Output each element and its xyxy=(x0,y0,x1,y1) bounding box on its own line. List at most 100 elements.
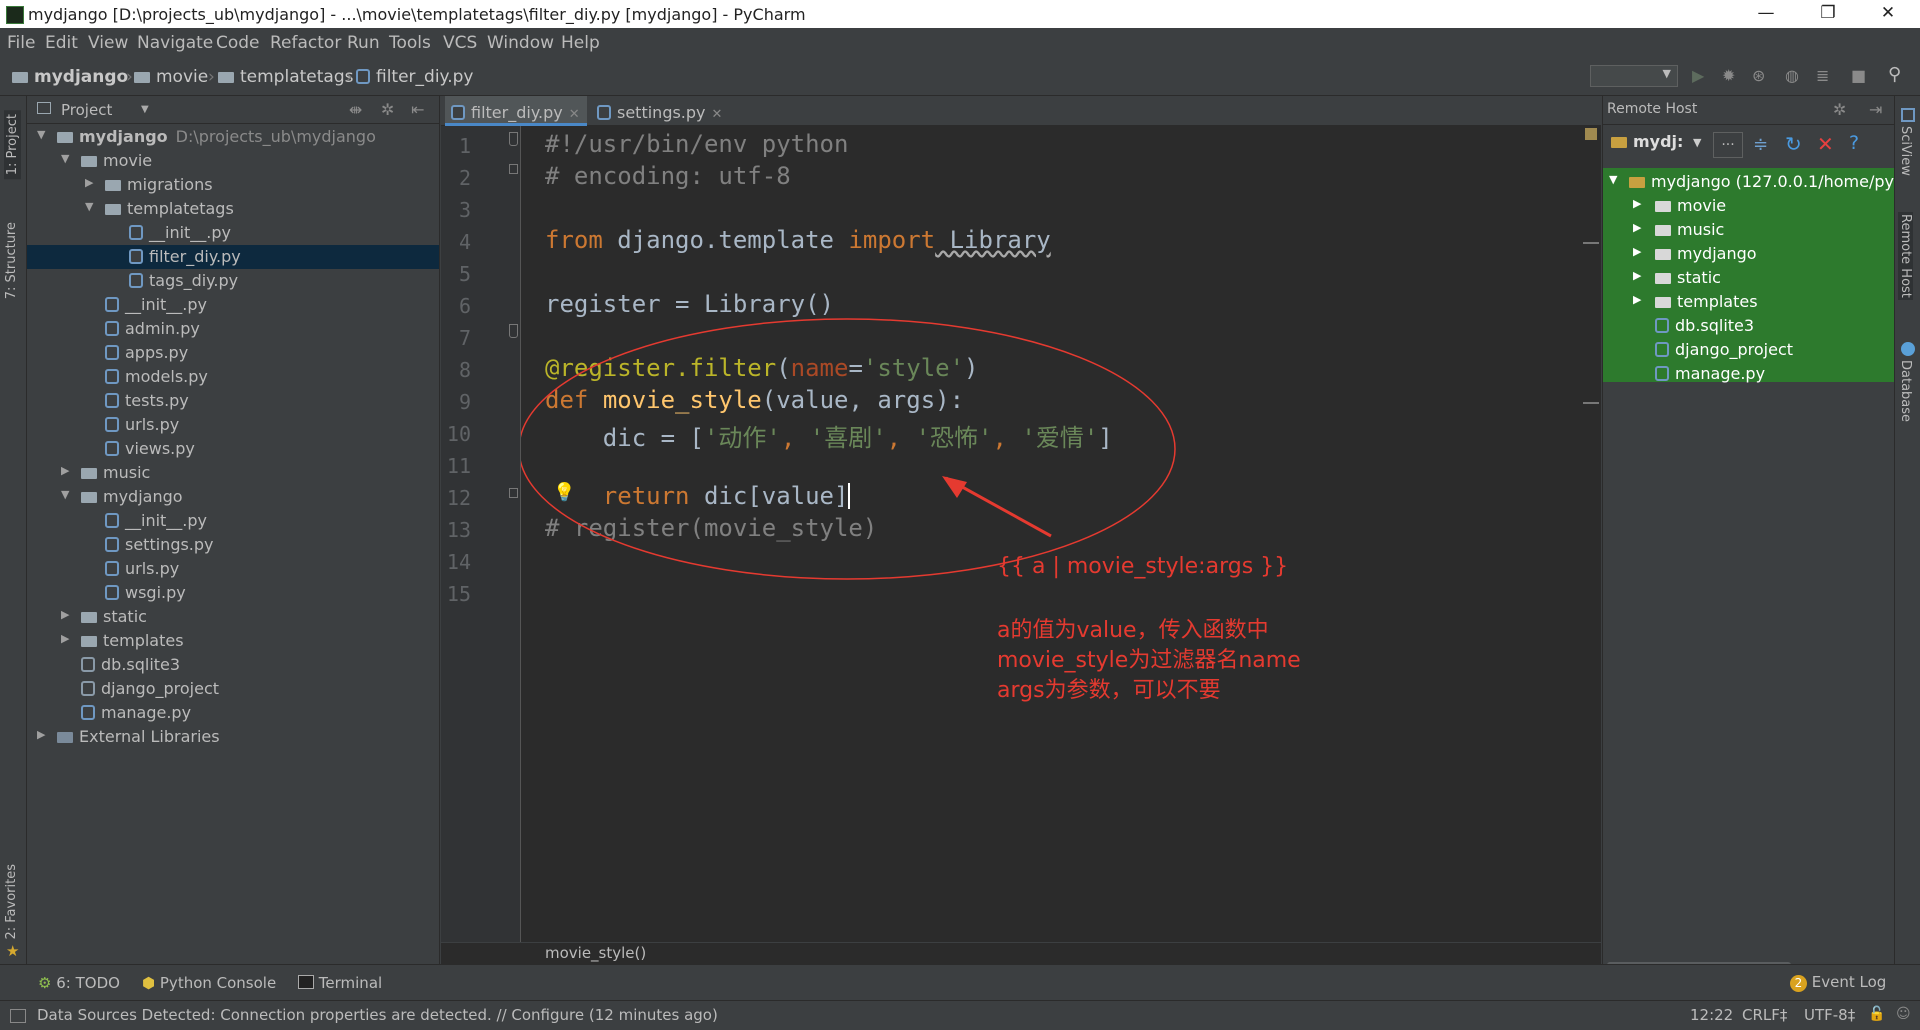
tree-item[interactable]: apps.py xyxy=(27,341,439,365)
run-icon[interactable]: ▶ xyxy=(1692,66,1704,85)
tree-item[interactable]: ▼ mydjango D:\projects_ub\mydjango xyxy=(27,125,439,149)
menu-navigate[interactable]: Navigate xyxy=(137,33,213,53)
tree-item[interactable]: settings.py xyxy=(27,533,439,557)
inspector-icon[interactable]: ☺ xyxy=(1896,1006,1911,1022)
line-number[interactable]: 6 xyxy=(441,294,471,318)
stop-icon[interactable]: ■ xyxy=(1851,66,1866,85)
remote-tree-item[interactable]: manage.py xyxy=(1603,362,1895,386)
breadcrumb-movie[interactable]: movie xyxy=(134,67,208,87)
menu-code[interactable]: Code xyxy=(216,33,260,53)
line-number[interactable]: 10 xyxy=(441,422,471,446)
line-number[interactable]: 4 xyxy=(441,230,471,254)
chevron-down-icon[interactable]: ▼ xyxy=(141,104,149,115)
tree-item[interactable]: __init__.py xyxy=(27,509,439,533)
collapse-arrow-icon[interactable]: ▶ xyxy=(61,632,69,645)
menu-vcs[interactable]: VCS xyxy=(443,33,477,53)
menu-file[interactable]: File xyxy=(7,33,35,53)
server-select[interactable]: mydj: ▼ xyxy=(1611,132,1701,158)
tree-item[interactable]: ▶ migrations xyxy=(27,173,439,197)
line-number[interactable]: 2 xyxy=(441,166,471,190)
toggle-tool-windows-icon[interactable] xyxy=(10,1009,26,1023)
collapse-icon[interactable]: ≑ xyxy=(1753,134,1768,155)
tool-tab-project[interactable]: 1: Project xyxy=(4,110,21,180)
menu-view[interactable]: View xyxy=(88,33,128,53)
code-editor[interactable]: #!/usr/bin/env python # encoding: utf-8 … xyxy=(521,126,1601,942)
collapse-arrow-icon[interactable]: ▶ xyxy=(37,728,45,741)
tree-item[interactable]: ▼ mydjango xyxy=(27,485,439,509)
tree-item[interactable]: db.sqlite3 xyxy=(27,653,439,677)
collapse-arrow-icon[interactable]: ▶ xyxy=(1633,293,1641,306)
tool-tab-sciview[interactable]: SciView xyxy=(1898,126,1913,176)
tree-item[interactable]: tags_diy.py xyxy=(27,269,439,293)
collapse-arrow-icon[interactable]: ▶ xyxy=(61,608,69,621)
gear-icon[interactable]: ✲ xyxy=(381,100,394,119)
tool-tab-structure[interactable]: 7: Structure xyxy=(4,222,19,299)
breadcrumb-templatetags[interactable]: templatetags xyxy=(218,67,353,87)
collapse-arrow-icon[interactable]: ▶ xyxy=(61,464,69,477)
line-number[interactable]: 5 xyxy=(441,262,471,286)
tree-item[interactable]: __init__.py xyxy=(27,221,439,245)
fold-marker-icon[interactable] xyxy=(509,164,518,174)
expand-arrow-icon[interactable]: ▼ xyxy=(61,152,69,165)
line-number[interactable]: 7 xyxy=(441,326,471,350)
remote-tree-item[interactable]: ▶ mydjango xyxy=(1603,242,1895,266)
tab-settings[interactable]: settings.py ✕ xyxy=(591,96,727,126)
run-configuration-select[interactable]: ▼ xyxy=(1590,65,1678,87)
close-tab-icon[interactable]: ✕ xyxy=(569,107,580,122)
breadcrumb-filter-diy[interactable]: filter_diy.py xyxy=(356,67,473,87)
line-number[interactable]: 11 xyxy=(441,454,471,478)
collapse-arrow-icon[interactable]: ▶ xyxy=(1633,221,1641,234)
coverage-icon[interactable]: ⊛ xyxy=(1752,66,1765,85)
line-separator[interactable]: CRLF‡ xyxy=(1742,1006,1787,1024)
event-log-button[interactable]: 2 Event Log xyxy=(1790,973,1886,992)
remote-tree-item[interactable]: django_project xyxy=(1603,338,1895,362)
fold-marker-icon[interactable] xyxy=(509,488,518,498)
refresh-icon[interactable]: ↻ xyxy=(1785,132,1802,156)
expand-arrow-icon[interactable]: ▼ xyxy=(61,488,69,501)
tree-item[interactable]: ▶ templates xyxy=(27,629,439,653)
concurrency-icon[interactable]: ≣ xyxy=(1816,66,1829,85)
tree-item[interactable]: admin.py xyxy=(27,317,439,341)
close-tab-icon[interactable]: ✕ xyxy=(712,107,723,122)
tree-item[interactable]: filter_diy.py xyxy=(27,245,439,269)
expand-arrow-icon[interactable]: ▼ xyxy=(37,128,45,141)
collapse-arrow-icon[interactable]: ▶ xyxy=(1633,269,1641,282)
line-number[interactable]: 15 xyxy=(441,582,471,606)
minimize-button[interactable]: — xyxy=(1746,3,1786,23)
tree-item[interactable]: models.py xyxy=(27,365,439,389)
menu-help[interactable]: Help xyxy=(561,33,600,53)
tree-item[interactable]: django_project xyxy=(27,677,439,701)
tree-item[interactable]: tests.py xyxy=(27,389,439,413)
collapse-arrow-icon[interactable]: ▶ xyxy=(1633,245,1641,258)
fold-marker-icon[interactable] xyxy=(509,132,518,146)
tool-tab-remote-host[interactable]: Remote Host xyxy=(1898,212,1913,300)
tree-item[interactable]: urls.py xyxy=(27,557,439,581)
expand-arrow-icon[interactable]: ▼ xyxy=(85,200,93,213)
expand-arrow-icon[interactable]: ▼ xyxy=(1609,173,1617,186)
fold-marker-icon[interactable] xyxy=(509,324,518,338)
remote-tree-item[interactable]: db.sqlite3 xyxy=(1603,314,1895,338)
hide-panel-icon[interactable]: ⇤ xyxy=(411,100,424,119)
menu-refactor[interactable]: Refactor xyxy=(270,33,341,53)
hide-panel-icon[interactable]: ⇥ xyxy=(1869,100,1882,119)
caret-position[interactable]: 12:22 xyxy=(1690,1006,1733,1024)
collapse-arrow-icon[interactable]: ▶ xyxy=(85,176,93,189)
menu-window[interactable]: Window xyxy=(487,33,554,53)
tree-item[interactable]: __init__.py xyxy=(27,293,439,317)
collapse-all-icon[interactable]: ⇼ xyxy=(349,100,362,119)
tree-item[interactable]: ▼ templatetags xyxy=(27,197,439,221)
remote-tree-item[interactable]: ▶ static xyxy=(1603,266,1895,290)
line-number[interactable]: 12 xyxy=(441,486,471,510)
terminal-button[interactable]: Terminal xyxy=(298,974,382,992)
function-breadcrumb[interactable]: movie_style() xyxy=(545,944,646,962)
tool-tab-database[interactable]: Database xyxy=(1898,360,1913,422)
debug-icon[interactable]: ✹ xyxy=(1722,66,1735,85)
line-number[interactable]: 8 xyxy=(441,358,471,382)
tree-item[interactable]: urls.py xyxy=(27,413,439,437)
line-number[interactable]: 3 xyxy=(441,198,471,222)
tree-item[interactable]: ▶ External Libraries xyxy=(27,725,439,749)
tab-filter-diy[interactable]: filter_diy.py ✕ xyxy=(445,96,587,126)
status-message[interactable]: Data Sources Detected: Connection proper… xyxy=(37,1006,718,1024)
line-number[interactable]: 9 xyxy=(441,390,471,414)
inspection-status-icon[interactable] xyxy=(1585,128,1597,140)
